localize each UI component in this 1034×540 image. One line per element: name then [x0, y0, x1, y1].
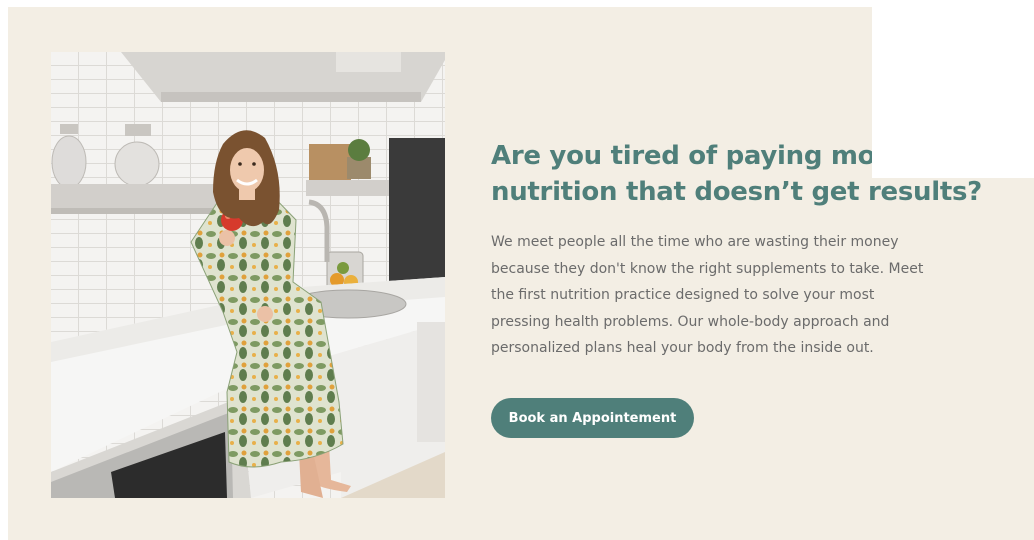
description-line-4: pressing health problems. Our whole-body…	[491, 313, 890, 330]
heading-line-1: Are you tired of paying money for	[491, 141, 872, 171]
heading-line-2: nutrition that doesn’t get results?	[491, 177, 982, 207]
description-line-3: the first nutrition practice designed to…	[491, 287, 875, 303]
description-line-2: because they don't know the right supple…	[491, 260, 924, 277]
description-line-5: personalized plans heal your body from t…	[491, 340, 874, 356]
nutritionist-photo	[51, 52, 445, 498]
section-heading: Are you tired of paying money for nutrit…	[491, 138, 1011, 210]
book-appointment-button[interactable]: Book an Appointement	[491, 398, 694, 438]
description-line-1: We meet people all the time who are wast…	[491, 234, 899, 250]
section-description: We meet people all the time who are wast…	[491, 229, 961, 362]
